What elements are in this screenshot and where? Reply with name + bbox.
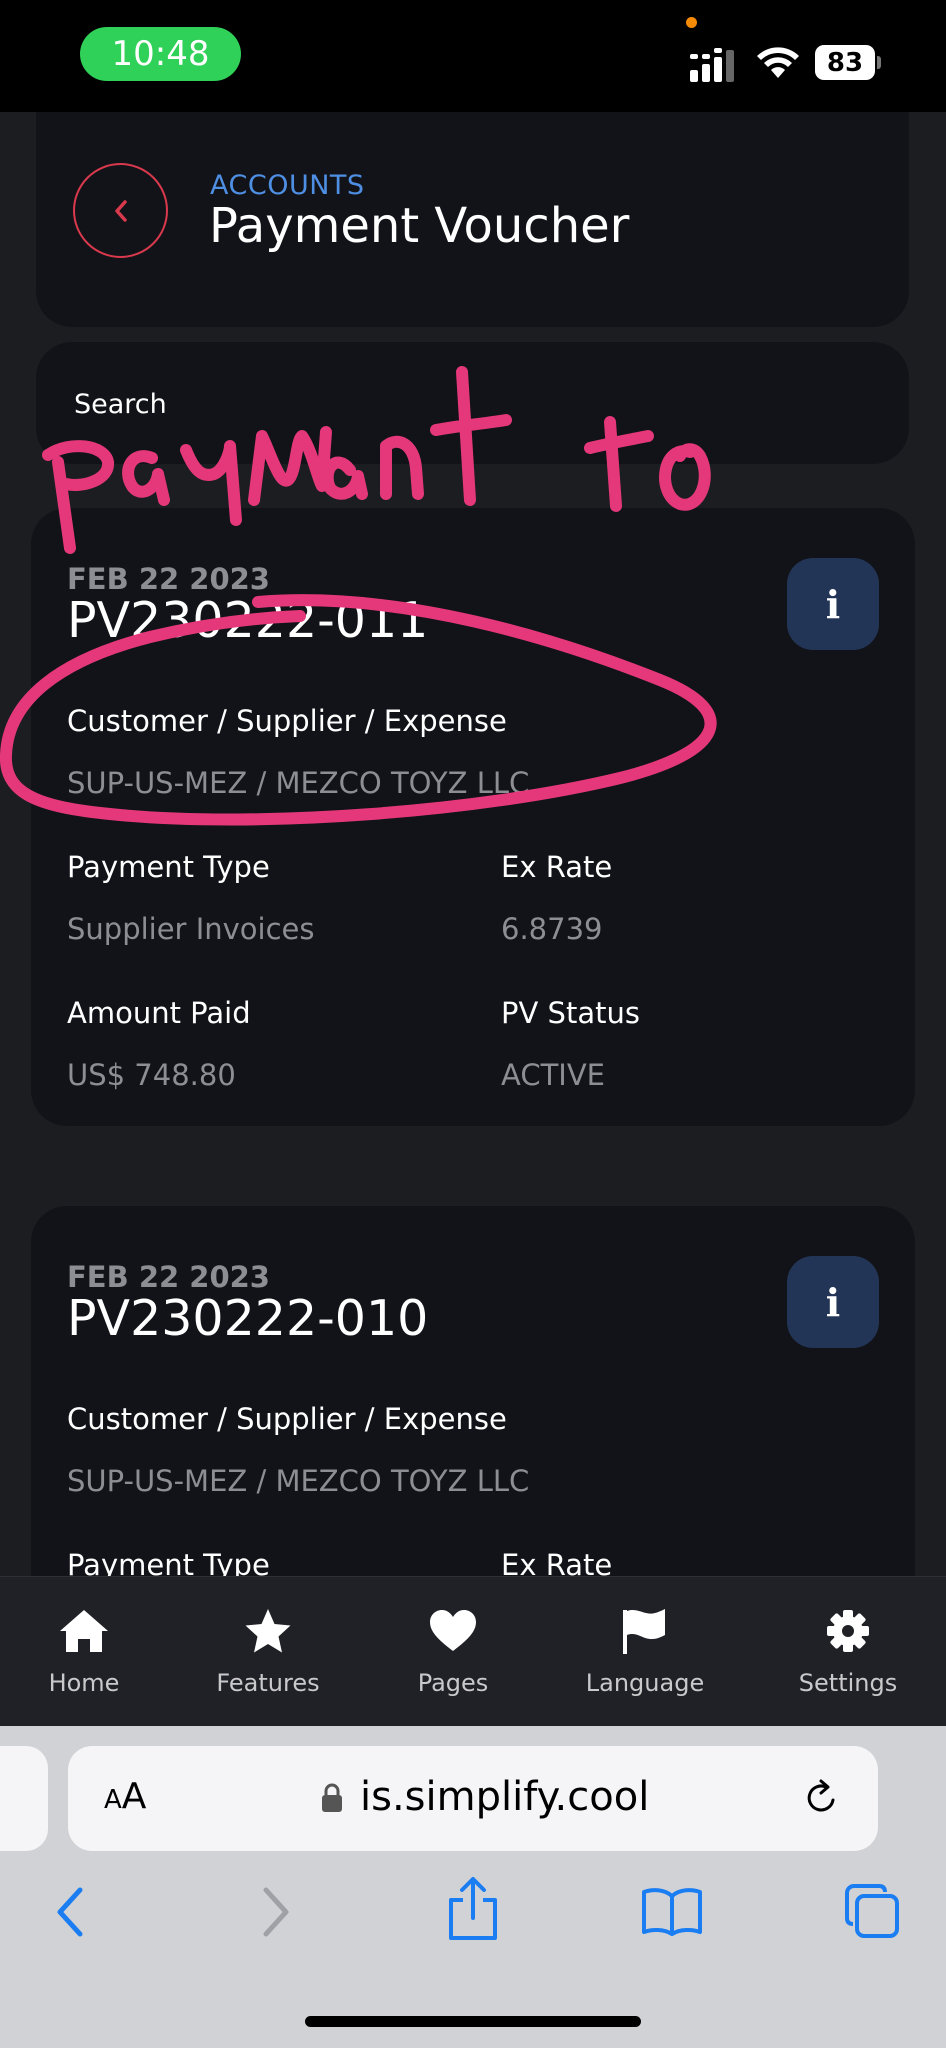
nav-language[interactable]: Language <box>584 1577 706 1727</box>
nav-label: Home <box>48 1669 120 1697</box>
page-title: Payment Voucher <box>209 198 630 254</box>
bottom-navigation: Home Features Pages Language Settings <box>0 1576 946 1726</box>
nav-pages[interactable]: Pages <box>412 1577 494 1727</box>
clock-pill[interactable]: 10:48 <box>80 27 241 81</box>
share-icon[interactable] <box>445 1876 501 1942</box>
url-text[interactable]: is.simplify.cool <box>360 1774 649 1820</box>
nav-label: Pages <box>417 1669 489 1697</box>
info-icon: i <box>825 1279 841 1325</box>
party-value: SUP-US-MEZ / MEZCO TOYZ LLC <box>67 1464 530 1498</box>
battery-nub <box>877 56 881 69</box>
ex-rate-label: Ex Rate <box>501 850 613 884</box>
nav-label: Settings <box>798 1669 898 1697</box>
info-button[interactable]: i <box>787 558 879 650</box>
battery-indicator: 83 <box>815 45 881 80</box>
text-size-large: A <box>121 1776 147 1817</box>
nav-home[interactable]: Home <box>44 1577 124 1727</box>
search-input[interactable] <box>74 384 854 424</box>
party-value: SUP-US-MEZ / MEZCO TOYZ LLC <box>67 766 530 800</box>
nav-features[interactable]: Features <box>216 1577 320 1727</box>
amount-paid-value: US$ 748.80 <box>67 1058 236 1092</box>
lock-icon <box>322 1783 342 1812</box>
wifi-icon <box>757 47 799 78</box>
flag-icon <box>623 1609 665 1654</box>
voucher-date: FEB 22 2023 <box>67 1260 270 1294</box>
nav-label: Language <box>585 1669 705 1697</box>
chevron-left-icon <box>114 199 127 222</box>
previous-tab-peek[interactable] <box>0 1746 48 1851</box>
voucher-date: FEB 22 2023 <box>67 562 270 596</box>
browser-chrome: AA is.simplify.cool <box>0 1726 946 2048</box>
section-eyebrow: ACCOUNTS <box>210 170 365 201</box>
privacy-indicator-dot <box>686 17 697 28</box>
page-header: ACCOUNTS Payment Voucher <box>36 112 909 327</box>
status-bar: 10:48 83 <box>0 0 946 112</box>
party-label: Customer / Supplier / Expense <box>67 1402 507 1436</box>
battery-level: 83 <box>815 45 875 80</box>
cellular-signal-icon <box>690 48 734 82</box>
tabs-icon[interactable] <box>843 1882 901 1940</box>
search-box <box>36 342 909 464</box>
text-size-small: A <box>104 1785 122 1815</box>
reload-icon[interactable] <box>802 1778 842 1818</box>
text-size-button[interactable]: AA <box>104 1776 146 1817</box>
nav-label: Features <box>216 1669 320 1697</box>
voucher-number: PV230222-011 <box>67 592 429 649</box>
clock-time: 10:48 <box>111 34 210 74</box>
info-button[interactable]: i <box>787 1256 879 1348</box>
pv-status-label: PV Status <box>501 996 640 1030</box>
heart-icon <box>430 1610 476 1651</box>
home-icon <box>60 1610 108 1652</box>
forward-arrow-icon[interactable] <box>258 1884 294 1940</box>
info-icon: i <box>825 581 841 627</box>
voucher-number: PV230222-010 <box>67 1290 429 1347</box>
back-button[interactable] <box>73 163 168 258</box>
pv-status-value: ACTIVE <box>501 1058 606 1092</box>
ex-rate-value: 6.8739 <box>501 912 603 946</box>
payment-type-label: Payment Type <box>67 850 270 884</box>
nav-settings[interactable]: Settings <box>796 1577 900 1727</box>
payment-type-value: Supplier Invoices <box>67 912 315 946</box>
gear-icon <box>827 1610 869 1652</box>
bookmarks-icon[interactable] <box>640 1886 704 1936</box>
voucher-card[interactable]: FEB 22 2023 PV230222-011 i Customer / Su… <box>31 508 915 1126</box>
amount-paid-label: Amount Paid <box>67 996 251 1030</box>
address-bar[interactable]: AA is.simplify.cool <box>68 1746 878 1851</box>
back-arrow-icon[interactable] <box>52 1884 88 1940</box>
home-indicator <box>305 2016 641 2027</box>
star-icon <box>245 1609 291 1653</box>
party-label: Customer / Supplier / Expense <box>67 704 507 738</box>
